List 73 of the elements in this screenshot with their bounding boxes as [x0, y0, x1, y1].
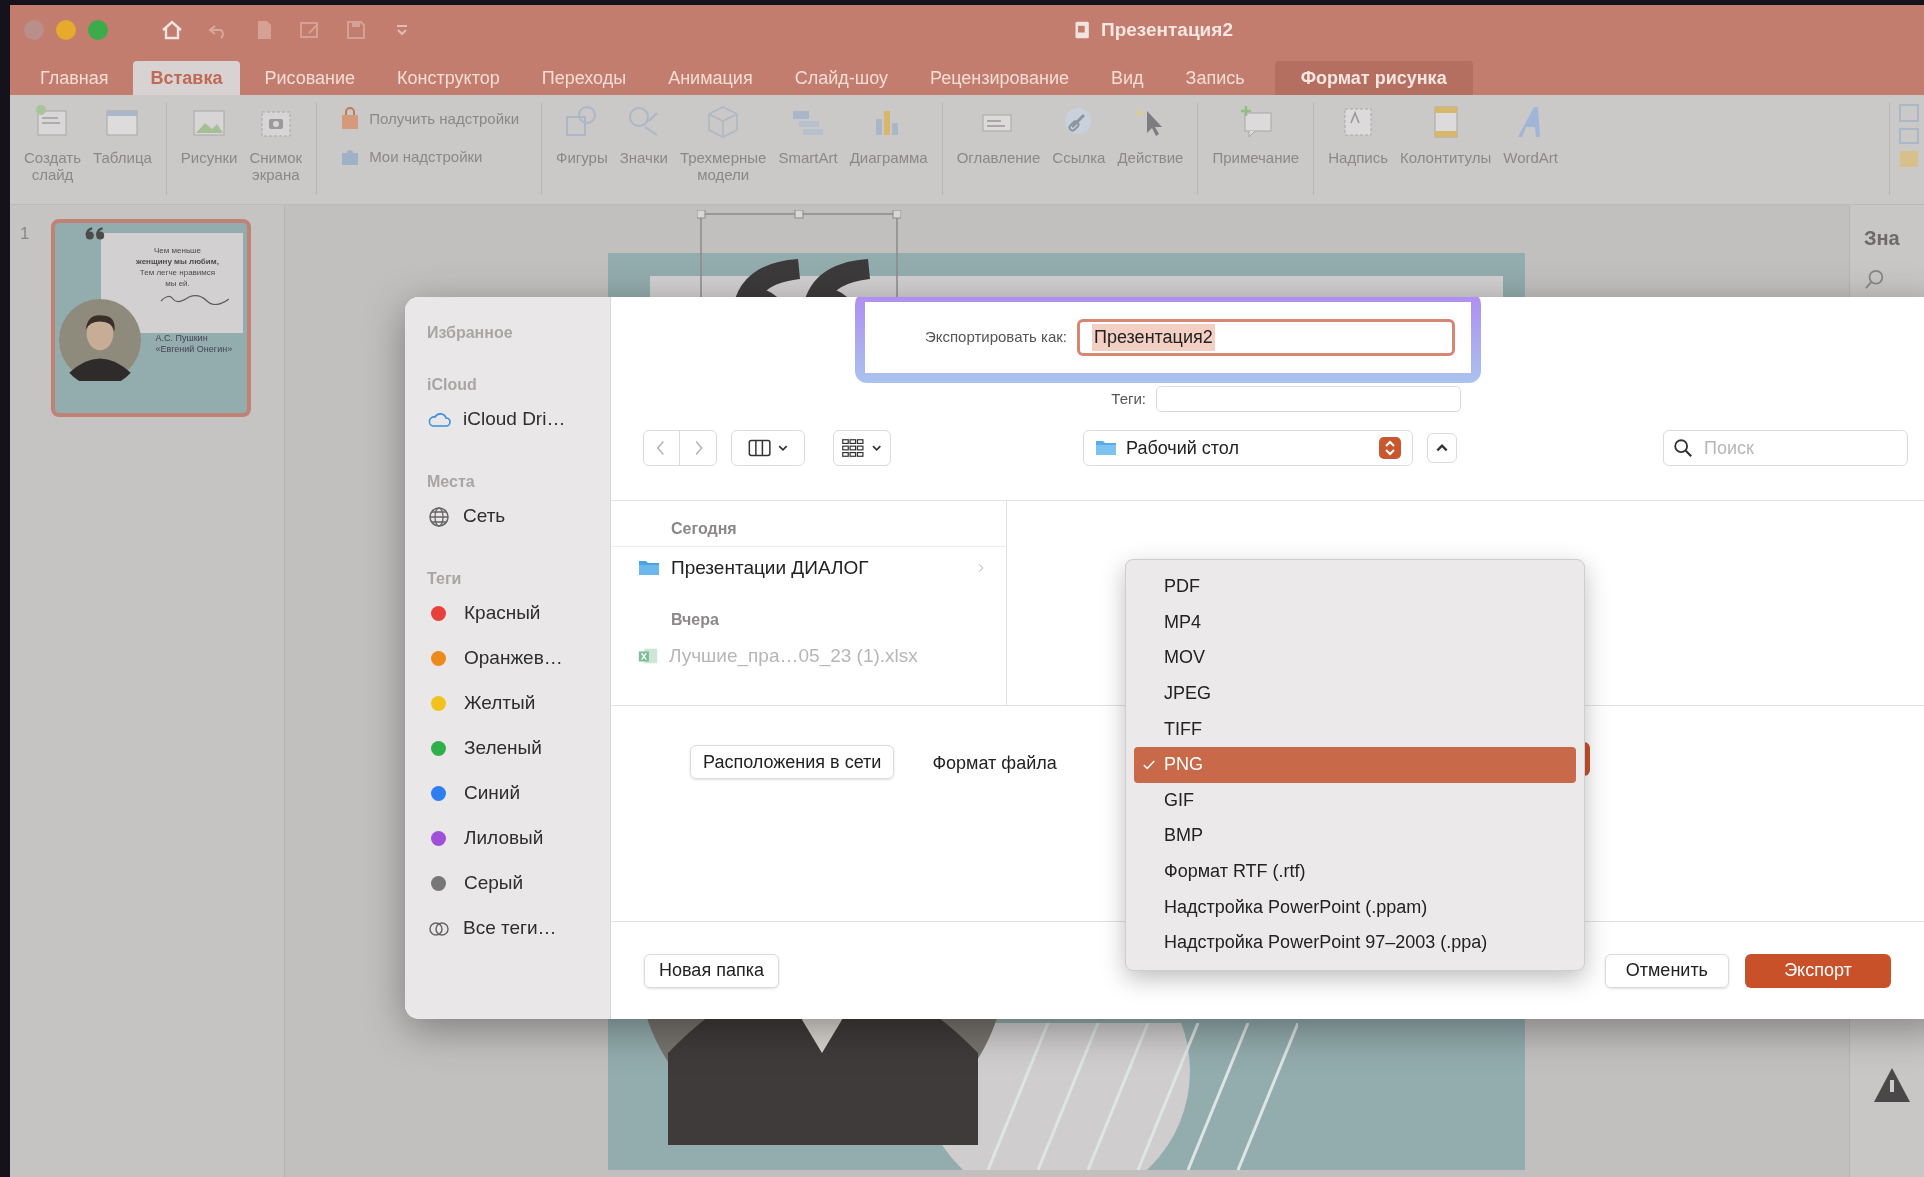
sidebar-item[interactable]: Лиловый: [464, 824, 544, 853]
location-popup[interactable]: Рабочий стол: [1083, 430, 1413, 466]
slide-number: 1: [20, 223, 30, 245]
ribbon-button[interactable]: Рисунки: [180, 103, 238, 166]
ribbon-tab[interactable]: Вид: [1093, 61, 1162, 95]
slide-thumbnail[interactable]: Чем меньше женщину мы любим, Тем легче нравимся мы ей. А.С. Пушкин «Евгений Онегин»: [51, 219, 252, 417]
sidebar-item[interactable]: Сеть: [463, 502, 506, 531]
ribbon-tab[interactable]: Вставка: [132, 61, 241, 95]
ribbon-button[interactable]: Диаграмма: [849, 103, 928, 166]
ribbon-tab[interactable]: Переходы: [523, 61, 645, 95]
menu-item[interactable]: TIFF: [1134, 711, 1576, 747]
menu-item[interactable]: JPEG: [1134, 675, 1576, 712]
sidebar-heading: Избранное: [427, 323, 514, 343]
sidebar-item[interactable]: Зеленый: [464, 734, 542, 763]
quote-text: Чем меньше женщину мы любим, Тем легче нравимся мы ей.: [135, 245, 220, 289]
ribbon-button[interactable]: Оглавление: [956, 103, 1041, 166]
ribbon-button[interactable]: Создать слайд: [24, 103, 81, 183]
export-button[interactable]: Экспорт: [1745, 953, 1891, 988]
ribbon-button[interactable]: Таблица: [93, 103, 152, 166]
ribbon-button[interactable]: Колонтитулы: [1399, 103, 1492, 166]
sidebar-item[interactable]: Желтый: [464, 689, 536, 718]
menu-item[interactable]: PDF: [1134, 569, 1576, 605]
field-label: Экспортировать как:: [924, 327, 1067, 348]
field-label: Теги:: [1111, 388, 1146, 409]
sidebar-item[interactable]: Серый: [464, 869, 524, 898]
sidebar-item[interactable]: Все теги…: [463, 914, 557, 943]
cancel-button[interactable]: Отменить: [1604, 953, 1729, 988]
sidebar-heading: Места: [427, 472, 476, 492]
new-folder-button[interactable]: Новая папка: [644, 953, 779, 988]
ribbon-tab[interactable]: Анимация: [650, 61, 771, 95]
ribbon-button[interactable]: SmartArt: [778, 103, 838, 166]
ribbon-button[interactable]: Получить надстройки: [339, 107, 520, 131]
sidebar-heading: iCloud: [427, 375, 478, 395]
sidebar-heading: Теги: [427, 569, 463, 589]
group-heading: Вчера: [670, 610, 720, 630]
network-locations-button[interactable]: Расположения в сети: [690, 745, 895, 779]
menu-item[interactable]: Формат RTF (.rtf): [1134, 853, 1576, 890]
ribbon-button[interactable]: Трехмерные модели: [679, 103, 767, 183]
menu-item[interactable]: PNG: [1134, 746, 1576, 783]
sidebar-item[interactable]: Красный: [464, 599, 541, 628]
menu-item[interactable]: GIF: [1134, 782, 1576, 819]
ribbon-tab[interactable]: Формат рисунка: [1274, 61, 1473, 95]
menu-item[interactable]: BMP: [1134, 818, 1576, 854]
ribbon-button[interactable]: Фигуры: [556, 103, 608, 166]
file-name-field[interactable]: Презентация2: [1077, 319, 1455, 356]
ribbon-button[interactable]: Надпись: [1328, 103, 1388, 166]
ribbon-tab[interactable]: Рисование: [246, 61, 374, 95]
window-title: Презентация2: [1101, 17, 1233, 42]
sidebar-item[interactable]: iCloud Dri…: [463, 405, 566, 434]
ribbon-tab[interactable]: Запись: [1167, 61, 1263, 95]
ribbon-button[interactable]: Ссылка: [1052, 103, 1106, 166]
ribbon-button[interactable]: Примечание: [1212, 103, 1300, 166]
author-text: А.С. Пушкин «Евгений Онегин»: [155, 333, 233, 355]
field-label: Формат файла: [932, 752, 1057, 775]
pane-title: Зна: [1864, 226, 1901, 251]
file-item[interactable]: Презентации ДИАЛОГ: [671, 553, 964, 583]
ribbon-button[interactable]: WordArt: [1503, 103, 1558, 166]
ribbon-button[interactable]: Значки: [619, 103, 668, 166]
sidebar-item[interactable]: Оранжев…: [464, 644, 563, 673]
menu-item[interactable]: Надстройка PowerPoint (.ppam): [1134, 889, 1576, 925]
ribbon-tab[interactable]: Главная: [22, 61, 127, 95]
ribbon-tab[interactable]: Конструктор: [379, 61, 518, 95]
ribbon-button[interactable]: Снимок экрана: [249, 103, 303, 183]
group-heading: Сегодня: [611, 511, 1006, 547]
ribbon-button[interactable]: Мои надстройки: [339, 145, 520, 169]
search-field[interactable]: Поиск: [1663, 430, 1908, 466]
menu-item[interactable]: MOV: [1134, 640, 1576, 676]
ribbon-tab[interactable]: Рецензирование: [912, 61, 1087, 95]
sidebar-item[interactable]: Синий: [464, 779, 521, 808]
ribbon-tab[interactable]: Слайд-шоу: [776, 61, 906, 95]
menu-item[interactable]: Надстройка PowerPoint 97–2003 (.ppa): [1134, 924, 1576, 961]
menu-item[interactable]: MP4: [1134, 604, 1576, 641]
ribbon-button[interactable]: Действие: [1117, 103, 1184, 166]
